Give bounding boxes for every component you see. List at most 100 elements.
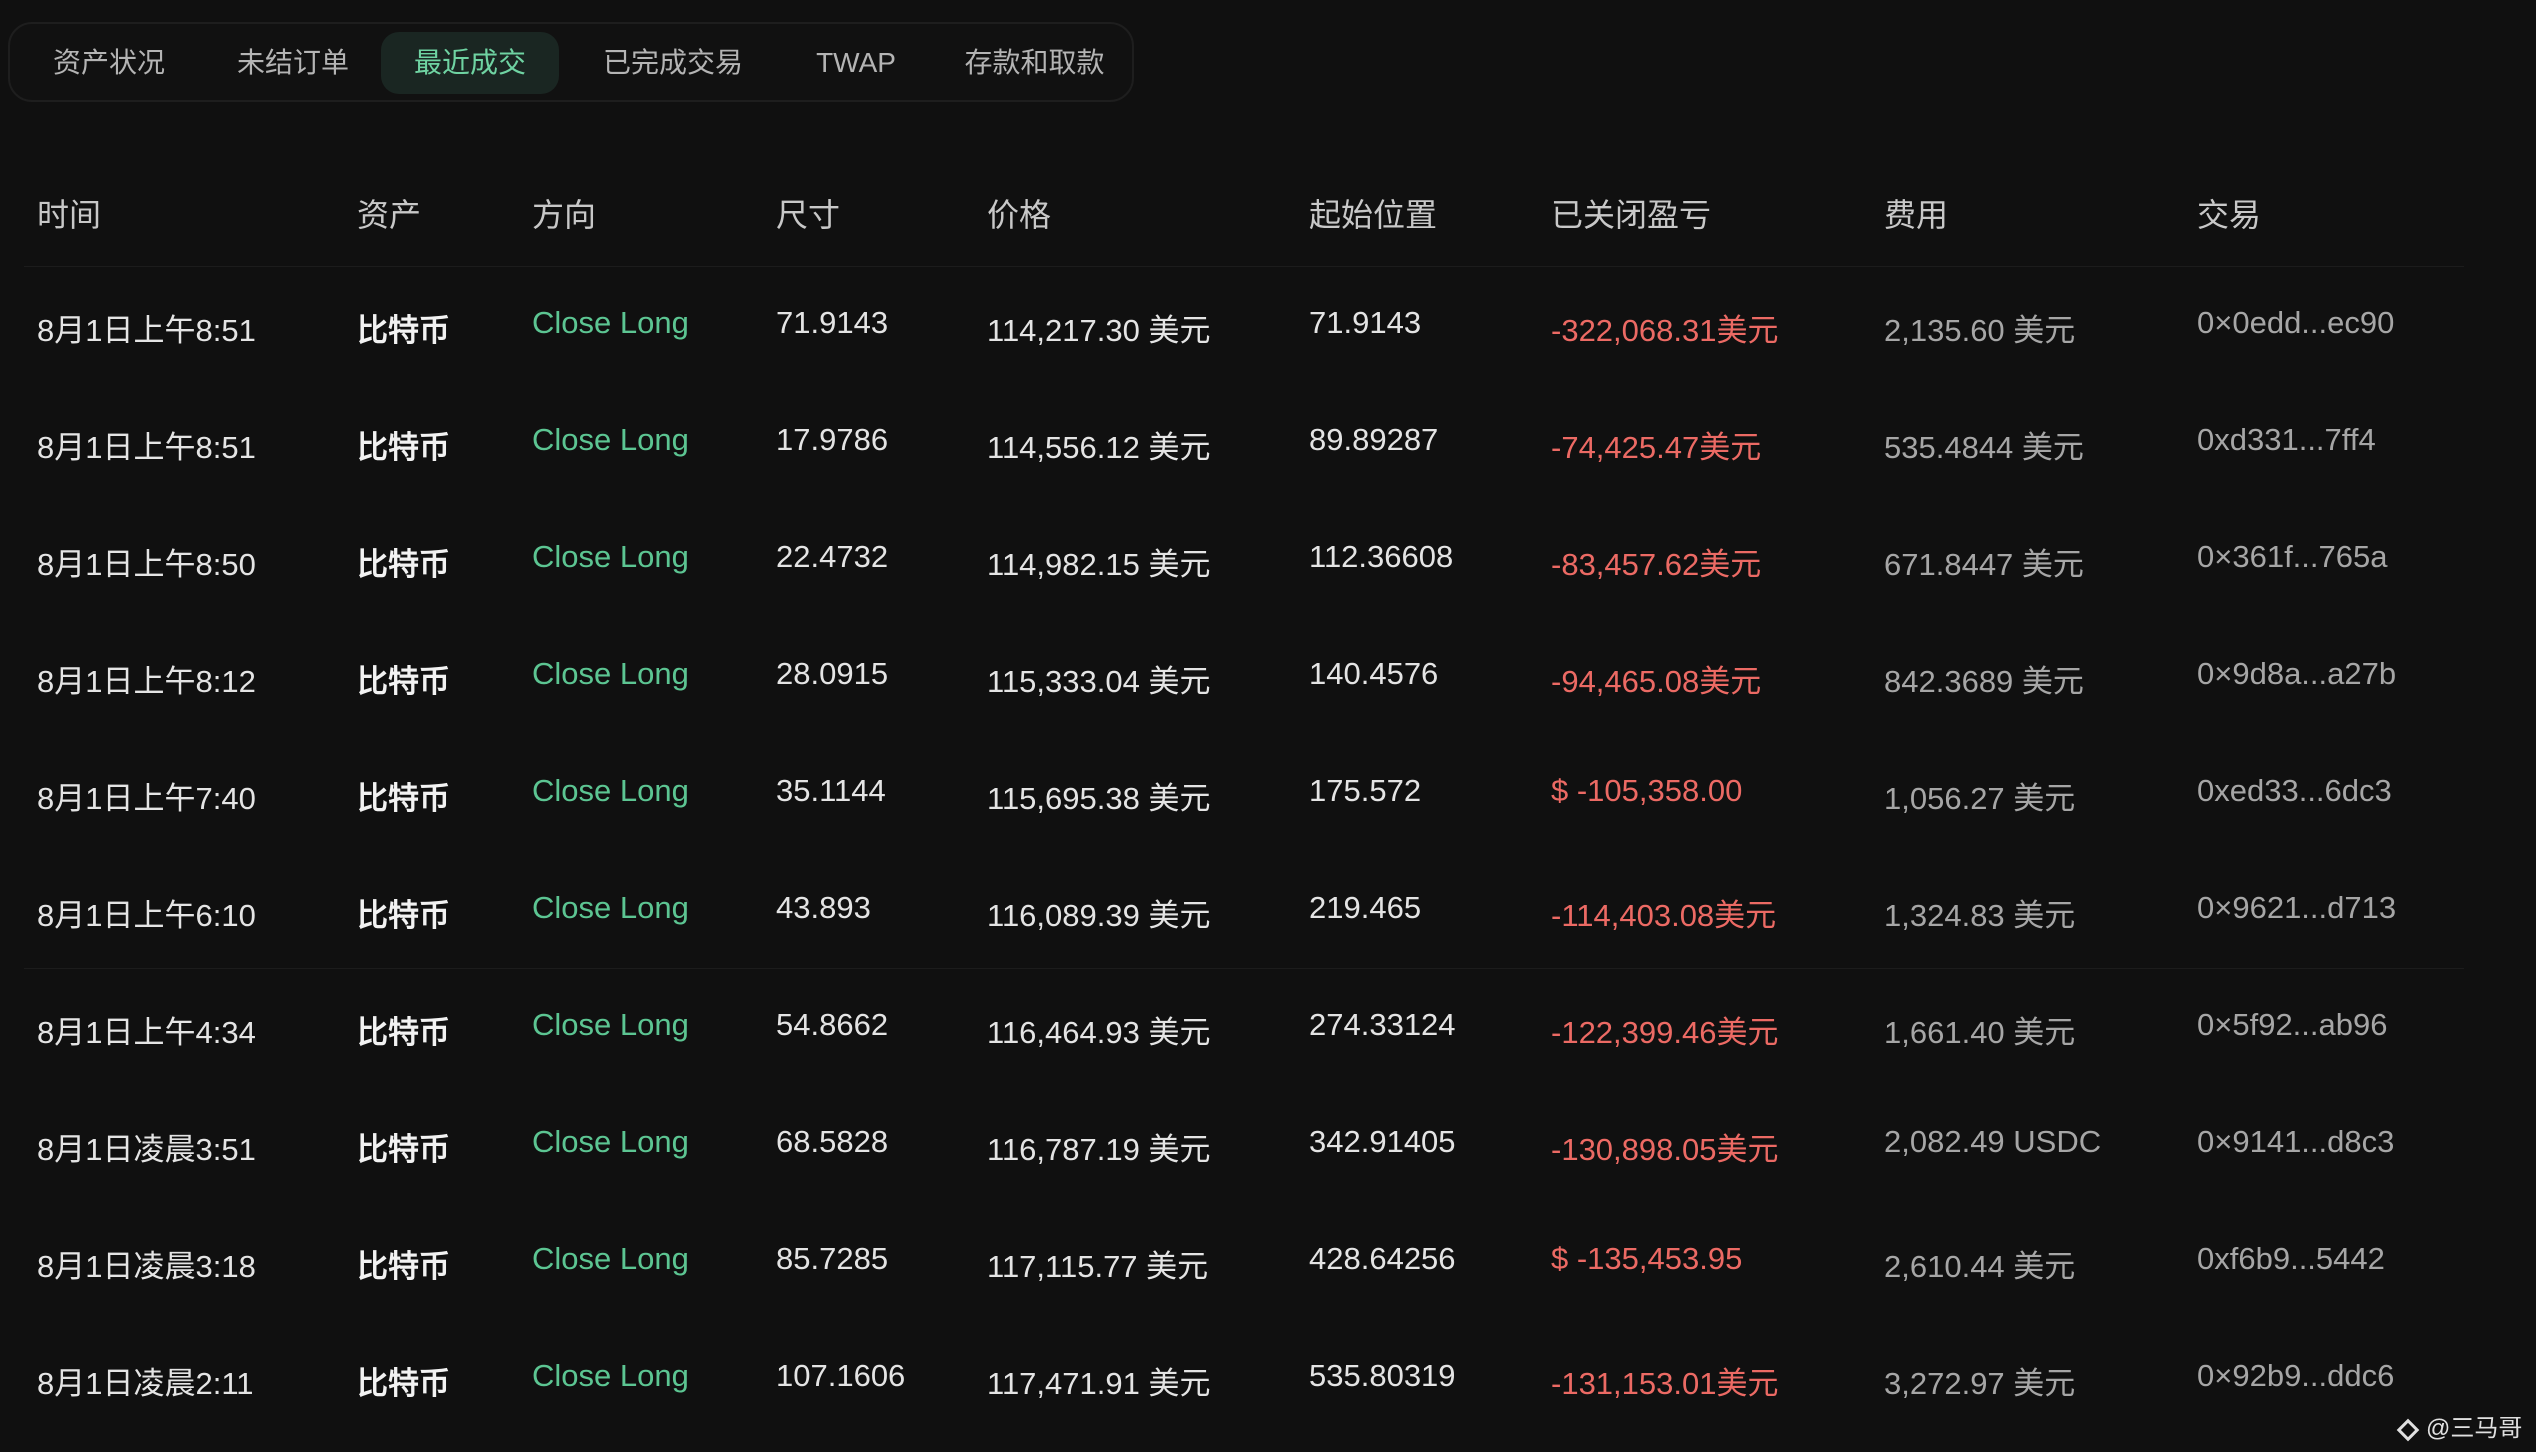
column-header-price[interactable]: 价格 — [987, 190, 1051, 236]
cell-price: 117,471.91 美元 — [987, 1366, 1211, 1401]
tab-open-orders[interactable]: 未结订单 — [208, 32, 378, 94]
cell-direction: Close Long — [532, 422, 689, 457]
cell-closed-pnl: -131,153.01美元 — [1551, 1366, 1779, 1401]
cell-asset: 比特币 — [357, 664, 450, 699]
cell-fee: 3,272.97 美元 — [1884, 1366, 2076, 1401]
table-row[interactable]: 8月1日上午8:12 比特币 Close Long 28.0915 115,333.04… — [0, 618, 2536, 735]
cell-start-position: 535.80319 — [1309, 1358, 1456, 1393]
table-row[interactable]: 8月1日上午8:51 比特币 Close Long 17.9786 114,556.12… — [0, 384, 2536, 501]
cell-time: 8月1日凌晨2:11 — [37, 1366, 254, 1401]
cell-closed-pnl: -83,457.62美元 — [1551, 547, 1762, 582]
cell-start-position: 274.33124 — [1309, 1007, 1456, 1042]
column-header-fee[interactable]: 费用 — [1884, 190, 1948, 236]
tab-completed-trades[interactable]: 已完成交易 — [578, 32, 768, 94]
table-row[interactable]: 8月1日上午8:51 比特币 Close Long 71.9143 114,217.30… — [0, 267, 2536, 384]
diamond-logo-icon — [2396, 1418, 2420, 1442]
tab-bar: 资产状况 未结订单 最近成交 已完成交易 TWAP 存款和取款 — [8, 22, 1134, 102]
cell-start-position: 342.91405 — [1309, 1124, 1456, 1159]
cell-size: 43.893 — [776, 890, 871, 925]
cell-asset: 比特币 — [357, 430, 450, 465]
cell-start-position: 112.36608 — [1309, 539, 1454, 574]
cell-asset: 比特币 — [357, 781, 450, 816]
column-header-size[interactable]: 尺寸 — [776, 190, 840, 236]
cell-transaction-link[interactable]: 0×0edd...ec90 — [2197, 305, 2394, 341]
table-header: 时间 资产 方向 尺寸 价格 起始位置 已关闭盈亏 费用 交易 — [0, 150, 2536, 266]
cell-transaction-link[interactable]: 0×9d8a...a27b — [2197, 656, 2396, 692]
tab-asset-status[interactable]: 资产状况 — [24, 32, 194, 94]
cell-start-position: 140.4576 — [1309, 656, 1439, 691]
cell-transaction-link[interactable]: 0xf6b9...5442 — [2197, 1241, 2385, 1277]
cell-direction: Close Long — [532, 1358, 689, 1393]
cell-size: 54.8662 — [776, 1007, 889, 1042]
cell-size: 85.7285 — [776, 1241, 889, 1276]
cell-transaction-link[interactable]: 0×92b9...ddc6 — [2197, 1358, 2394, 1394]
tab-deposits-withdrawals[interactable]: 存款和取款 — [942, 32, 1127, 94]
cell-size: 68.5828 — [776, 1124, 889, 1159]
cell-closed-pnl: -130,898.05美元 — [1551, 1132, 1779, 1167]
cell-start-position: 71.9143 — [1309, 305, 1422, 340]
cell-asset: 比特币 — [357, 313, 450, 348]
table-row[interactable]: 8月1日上午7:40 比特币 Close Long 35.1144 115,695.38… — [0, 735, 2536, 852]
cell-closed-pnl: -74,425.47美元 — [1551, 430, 1762, 465]
cell-size: 35.1144 — [776, 773, 886, 808]
cell-fee: 2,135.60 美元 — [1884, 313, 2076, 348]
cell-start-position: 175.572 — [1309, 773, 1422, 808]
cell-fee: 535.4844 美元 — [1884, 430, 2084, 465]
cell-price: 116,089.39 美元 — [987, 898, 1211, 933]
cell-start-position: 219.465 — [1309, 890, 1422, 925]
cell-price: 114,556.12 美元 — [987, 430, 1211, 465]
column-header-transaction[interactable]: 交易 — [2197, 190, 2261, 236]
cell-time: 8月1日上午8:12 — [37, 664, 256, 699]
column-header-asset[interactable]: 资产 — [357, 190, 421, 236]
cell-size: 22.4732 — [776, 539, 889, 574]
cell-closed-pnl: $ -135,453.95 — [1551, 1241, 1743, 1276]
cell-fee: 1,324.83 美元 — [1884, 898, 2076, 933]
cell-direction: Close Long — [532, 890, 689, 925]
cell-transaction-link[interactable]: 0×361f...765a — [2197, 539, 2387, 575]
cell-time: 8月1日上午6:10 — [37, 898, 256, 933]
cell-price: 116,464.93 美元 — [987, 1015, 1211, 1050]
tab-twap[interactable]: TWAP — [788, 32, 924, 94]
cell-time: 8月1日凌晨3:18 — [37, 1249, 256, 1284]
cell-time: 8月1日上午4:34 — [37, 1015, 256, 1050]
column-header-closed-pnl[interactable]: 已关闭盈亏 — [1551, 190, 1711, 236]
cell-size: 71.9143 — [776, 305, 889, 340]
cell-fee: 671.8447 美元 — [1884, 547, 2084, 582]
cell-price: 117,115.77 美元 — [987, 1249, 1209, 1284]
watermark: @三马哥 — [2396, 1408, 2523, 1443]
watermark-text: @三马哥 — [2426, 1415, 2523, 1442]
cell-direction: Close Long — [532, 1007, 689, 1042]
cell-transaction-link[interactable]: 0×9141...d8c3 — [2197, 1124, 2394, 1160]
cell-price: 114,217.30 美元 — [987, 313, 1211, 348]
table-row[interactable]: 8月1日凌晨3:51 比特币 Close Long 68.5828 116,787.19… — [0, 1086, 2536, 1203]
cell-transaction-link[interactable]: 0×9621...d713 — [2197, 890, 2396, 926]
cell-closed-pnl: -122,399.46美元 — [1551, 1015, 1779, 1050]
column-header-start-position[interactable]: 起始位置 — [1309, 190, 1437, 236]
cell-transaction-link[interactable]: 0×5f92...ab96 — [2197, 1007, 2387, 1043]
cell-fee: 1,056.27 美元 — [1884, 781, 2076, 816]
cell-direction: Close Long — [532, 773, 689, 808]
cell-time: 8月1日凌晨3:51 — [37, 1132, 256, 1167]
cell-start-position: 428.64256 — [1309, 1241, 1456, 1276]
cell-start-position: 89.89287 — [1309, 422, 1439, 457]
cell-asset: 比特币 — [357, 1366, 450, 1401]
cell-time: 8月1日上午7:40 — [37, 781, 256, 816]
cell-price: 115,695.38 美元 — [987, 781, 1211, 816]
cell-closed-pnl: $ -105,358.00 — [1551, 773, 1743, 808]
cell-fee: 842.3689 美元 — [1884, 664, 2084, 699]
table-row[interactable]: 8月1日上午4:34 比特币 Close Long 54.8662 116,464.93… — [0, 969, 2536, 1086]
table-row[interactable]: 8月1日上午6:10 比特币 Close Long 43.893 116,089.39 … — [0, 852, 2536, 969]
cell-time: 8月1日上午8:51 — [37, 313, 256, 348]
cell-transaction-link[interactable]: 0xd331...7ff4 — [2197, 422, 2376, 458]
cell-closed-pnl: -94,465.08美元 — [1551, 664, 1762, 699]
cell-asset: 比特币 — [357, 1132, 450, 1167]
table-row[interactable]: 8月1日凌晨2:11 比特币 Close Long 107.1606 117,471.9… — [0, 1320, 2536, 1437]
cell-time: 8月1日上午8:50 — [37, 547, 256, 582]
cell-asset: 比特币 — [357, 1015, 450, 1050]
table-row[interactable]: 8月1日凌晨3:18 比特币 Close Long 85.7285 117,115.77… — [0, 1203, 2536, 1320]
cell-transaction-link[interactable]: 0xed33...6dc3 — [2197, 773, 2392, 809]
table-row[interactable]: 8月1日上午8:50 比特币 Close Long 22.4732 114,982.15… — [0, 501, 2536, 618]
tab-recent-trades[interactable]: 最近成交 — [381, 32, 559, 94]
column-header-direction[interactable]: 方向 — [532, 190, 596, 236]
column-header-time[interactable]: 时间 — [37, 190, 101, 236]
